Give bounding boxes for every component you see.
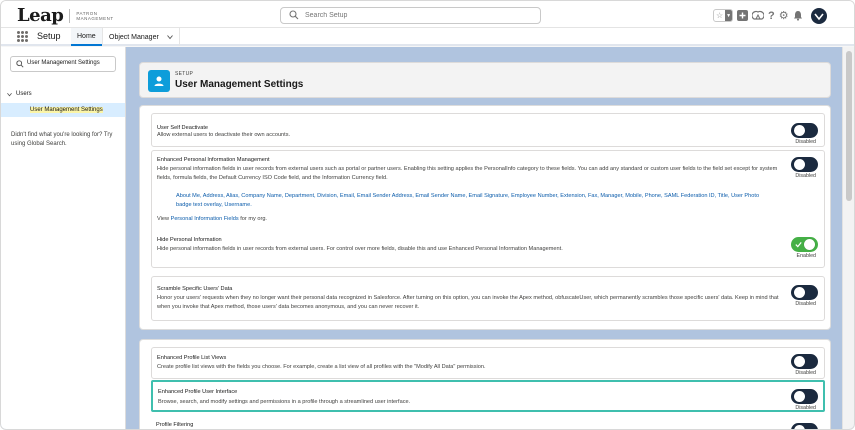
enhanced-profile-user-interface-toggle[interactable]: [791, 389, 818, 404]
toggle-status: Disabled: [795, 301, 816, 307]
quick-find-value: User Management Settings: [27, 60, 100, 66]
chevron-down-icon[interactable]: [166, 34, 173, 40]
chevron-down-icon[interactable]: [7, 92, 12, 97]
view-suffix: for my org.: [240, 216, 267, 222]
global-actions-button[interactable]: [737, 8, 748, 24]
scrollbar-thumb[interactable]: [846, 51, 852, 201]
setup-badge: [148, 70, 170, 92]
user-self-deactivate-toggle[interactable]: [791, 123, 818, 138]
logo-subtitle: PATRON MANAGEMENT: [76, 10, 114, 21]
page-header: SETUP User Management Settings: [139, 62, 831, 98]
app-name: Setup: [37, 31, 61, 41]
tree-group-users[interactable]: Users: [7, 91, 32, 97]
toggle-knob: [804, 239, 815, 250]
toggle-knob: [794, 287, 805, 298]
tab-label: Object Manager: [109, 33, 159, 41]
trailhead-button[interactable]: [752, 8, 764, 24]
setup-sidebar: User Management Settings Users User Mana…: [1, 47, 126, 429]
setting-title: Enhanced Profile User Interface: [158, 389, 238, 395]
setting-profile-filtering: Profile Filtering: [151, 418, 825, 429]
sidebar-item-user-management-settings[interactable]: User Management Settings: [1, 103, 125, 117]
tab-home[interactable]: Home: [71, 28, 102, 46]
breadcrumb: SETUP: [175, 71, 194, 77]
sub-setting-description: Hide personal information fields in user…: [157, 246, 563, 252]
personal-info-field-list: About Me, Address, Alias, Company Name, …: [176, 193, 760, 208]
brand-logo[interactable]: Leap PATRON MANAGEMENT: [17, 5, 116, 26]
header-tools: ☆ ▼ ? ⚙: [713, 7, 827, 24]
gear-icon[interactable]: ⚙: [779, 8, 789, 24]
search-icon: [289, 10, 299, 20]
bell-icon: [793, 11, 802, 21]
tab-label: Home: [77, 32, 96, 40]
setting-title: Scramble Specific Users' Data: [157, 286, 233, 292]
tab-object-manager[interactable]: Object Manager: [102, 28, 180, 46]
toggle-status: Disabled: [795, 405, 816, 411]
global-search[interactable]: [280, 7, 541, 24]
view-prefix: View: [157, 216, 170, 222]
favorites-button[interactable]: ☆ ▼: [713, 9, 733, 22]
enhanced-personal-info-toggle[interactable]: [791, 157, 818, 172]
setting-title: Enhanced Personal Information Management: [157, 157, 270, 163]
toggle-knob: [794, 391, 805, 402]
view-fields-text: View Personal Information Fields for my …: [157, 216, 267, 222]
user-profile-icon: [813, 13, 824, 20]
enhanced-profile-list-views-toggle[interactable]: [791, 354, 818, 369]
personal-information-fields-link[interactable]: Personal Information Fields: [171, 216, 239, 222]
setting-description: Allow external users to deactivate their…: [157, 132, 291, 138]
context-nav: Setup Home Object Manager: [1, 28, 854, 46]
app-launcher-icon[interactable]: [17, 31, 28, 42]
user-icon: [154, 76, 164, 86]
quick-find-input[interactable]: User Management Settings: [10, 56, 116, 72]
setting-enhanced-profile-list-views: Enhanced Profile List Views Create profi…: [151, 347, 825, 379]
setting-description: Browse, search, and modify settings and …: [158, 399, 411, 405]
page-scrollbar[interactable]: [842, 47, 854, 429]
setting-enhanced-profile-user-interface: Enhanced Profile User Interface Browse, …: [151, 380, 825, 412]
star-icon: ☆: [716, 11, 724, 20]
settings-card-1: User Self Deactivate Allow external user…: [139, 105, 831, 330]
hide-personal-info-toggle[interactable]: [791, 237, 818, 252]
add-icon: [737, 10, 748, 21]
setting-title: Profile Filtering: [156, 422, 194, 428]
notifications-button[interactable]: [793, 8, 803, 24]
browser-frame: Leap PATRON MANAGEMENT ☆ ▼ ? ⚙: [0, 0, 855, 430]
toggle-status: Disabled: [795, 173, 816, 179]
toggle-knob: [794, 159, 805, 170]
tree-group-label: Users: [16, 91, 32, 97]
logo-text: Leap: [17, 5, 64, 26]
setting-description: Hide personal information fields in user…: [157, 166, 778, 181]
profile-filtering-toggle[interactable]: [791, 423, 818, 429]
setting-description: Create profile list views with the field…: [157, 364, 486, 370]
search-icon: [16, 60, 24, 68]
help-text: Didn't find what you're looking for? Try…: [11, 132, 113, 147]
setting-description: Honor your users' requests when they no …: [157, 295, 779, 310]
toggle-status: Enabled: [796, 253, 816, 259]
setting-scramble-users-data: Scramble Specific Users' Data Honor your…: [151, 276, 825, 321]
toggle-knob: [794, 125, 805, 136]
logo-divider: [69, 8, 71, 23]
setting-title: Enhanced Profile List Views: [157, 355, 227, 361]
chevron-down-icon[interactable]: ▼: [725, 10, 732, 21]
search-input[interactable]: [305, 9, 525, 22]
page-title: User Management Settings: [175, 79, 304, 90]
toggle-knob: [794, 356, 805, 367]
scramble-users-data-toggle[interactable]: [791, 285, 818, 300]
trailhead-icon: [752, 10, 764, 20]
sidebar-item-label: User Management Settings: [30, 107, 103, 113]
checkmark-icon: [795, 242, 802, 248]
setting-enhanced-personal-info: Enhanced Personal Information Management…: [151, 150, 825, 268]
avatar[interactable]: [810, 7, 827, 24]
toggle-status: Disabled: [795, 139, 816, 145]
setting-user-self-deactivate: User Self Deactivate Allow external user…: [151, 113, 825, 147]
toggle-status: Disabled: [795, 370, 816, 376]
toggle-knob: [794, 425, 805, 429]
help-icon[interactable]: ?: [768, 8, 775, 24]
global-header: Leap PATRON MANAGEMENT ☆ ▼ ? ⚙: [1, 1, 854, 28]
settings-card-2: Enhanced Profile List Views Create profi…: [139, 339, 831, 429]
sub-setting-title: Hide Personal Information: [157, 237, 222, 243]
